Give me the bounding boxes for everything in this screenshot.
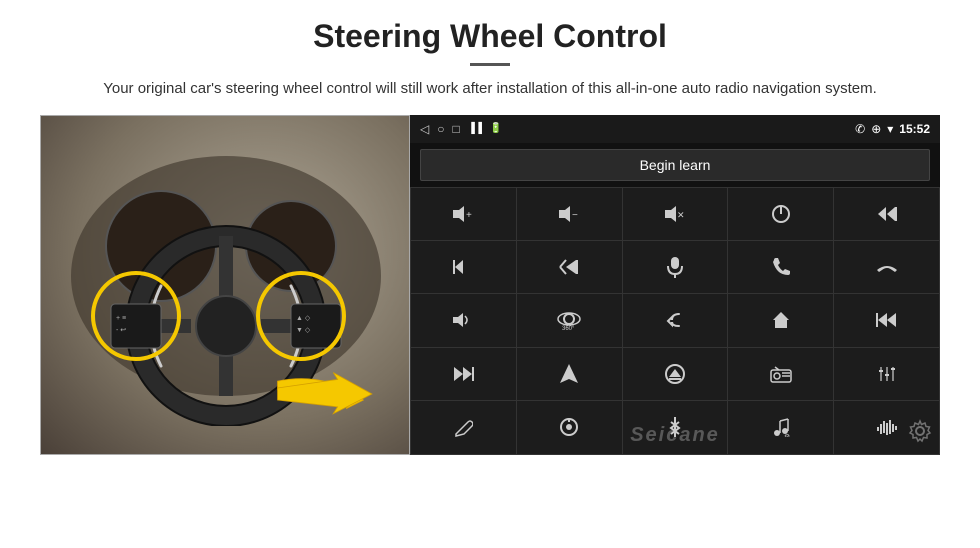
skip-forward-icon: [558, 259, 580, 275]
navigation-icon: [560, 363, 578, 385]
highlight-circle-right: [256, 271, 346, 361]
gear-icon: [908, 419, 932, 443]
controls-grid: + − ✕: [410, 187, 940, 455]
content-row: + ≡ - ↩ ▲ ◇ ▼ ◇ ◁ ○: [40, 115, 940, 455]
head-unit: ◁ ○ □ ▐▐ 🔋 ✆ ⊕ ▾ 15:52 Begin learn: [410, 115, 940, 455]
svg-text:⚙: ⚙: [784, 433, 790, 437]
next-track-icon: [452, 259, 474, 275]
end-call-icon: [876, 258, 898, 276]
speaker-icon: [452, 311, 474, 329]
waveform-icon: [876, 419, 898, 435]
rewind-icon: [876, 312, 898, 328]
equalizer-icon: [877, 364, 897, 384]
svg-text:✕: ✕: [677, 210, 685, 220]
svg-text:−: −: [572, 210, 578, 221]
highlight-circle-left: [91, 271, 181, 361]
camera360-icon: 360°: [557, 309, 581, 331]
prev-track-end-icon: [876, 206, 898, 222]
call-button[interactable]: [728, 241, 833, 293]
svg-text:+: +: [466, 210, 472, 221]
recents-nav-icon[interactable]: □: [452, 122, 459, 136]
begin-learn-button[interactable]: Begin learn: [420, 149, 930, 181]
fast-forward-button[interactable]: [411, 348, 516, 400]
vol-down-button[interactable]: −: [517, 188, 622, 240]
bluetooth-icon: [667, 416, 683, 438]
camera360-button[interactable]: 360°: [517, 294, 622, 346]
phone-status-icon: ✆: [855, 122, 865, 136]
skip-forward-button[interactable]: [517, 241, 622, 293]
back-icon: [665, 310, 685, 330]
prev-track-end-button[interactable]: [834, 188, 939, 240]
eject-icon: [665, 364, 685, 384]
title-divider: [470, 63, 510, 66]
signal-icon: ▐▐: [468, 123, 482, 134]
back-nav-icon[interactable]: ◁: [420, 122, 429, 136]
battery-icon: 🔋: [490, 123, 502, 134]
pen-button[interactable]: [411, 401, 516, 453]
equalizer-button[interactable]: [834, 348, 939, 400]
location-status-icon: ⊕: [871, 122, 881, 136]
pen-icon: [453, 417, 473, 437]
status-bar: ◁ ○ □ ▐▐ 🔋 ✆ ⊕ ▾ 15:52: [410, 115, 940, 143]
next-track-button[interactable]: [411, 241, 516, 293]
rewind-button[interactable]: [834, 294, 939, 346]
speaker-button[interactable]: [411, 294, 516, 346]
wifi-status-icon: ▾: [887, 122, 893, 136]
page-subtitle: Your original car's steering wheel contr…: [103, 78, 877, 101]
mic-button[interactable]: [623, 241, 728, 293]
vol-up-icon: +: [452, 205, 474, 223]
fast-forward-icon: [452, 366, 474, 382]
car-image-area: + ≡ - ↩ ▲ ◇ ▼ ◇: [40, 115, 410, 455]
bluetooth-button[interactable]: [623, 401, 728, 453]
radio-button[interactable]: [728, 348, 833, 400]
power-icon: [771, 204, 791, 224]
power-button[interactable]: [728, 188, 833, 240]
settings-knob-button[interactable]: [517, 401, 622, 453]
settings-knob-icon: [559, 417, 579, 437]
status-bar-right: ✆ ⊕ ▾ 15:52: [855, 122, 930, 136]
home-nav-icon[interactable]: ○: [437, 122, 444, 136]
svg-text:360°: 360°: [562, 326, 575, 331]
home-button[interactable]: [728, 294, 833, 346]
mic-icon: [666, 256, 684, 278]
music-button[interactable]: ⚙: [728, 401, 833, 453]
music-icon: ⚙: [771, 417, 791, 437]
end-call-button[interactable]: [834, 241, 939, 293]
vol-up-button[interactable]: +: [411, 188, 516, 240]
navigation-button[interactable]: [517, 348, 622, 400]
radio-icon: [770, 365, 792, 383]
mute-icon: ✕: [664, 205, 686, 223]
eject-button[interactable]: [623, 348, 728, 400]
mute-button[interactable]: ✕: [623, 188, 728, 240]
gear-corner-icon[interactable]: [908, 419, 932, 449]
vol-down-icon: −: [558, 205, 580, 223]
status-time: 15:52: [899, 122, 930, 136]
status-bar-left: ◁ ○ □ ▐▐ 🔋: [420, 122, 502, 136]
page-container: Steering Wheel Control Your original car…: [0, 0, 980, 548]
home-icon: [771, 310, 791, 330]
yellow-arrow: [269, 364, 389, 424]
back-button[interactable]: [623, 294, 728, 346]
page-title: Steering Wheel Control: [313, 18, 667, 55]
call-icon: [771, 257, 791, 277]
begin-learn-row: Begin learn: [410, 143, 940, 187]
